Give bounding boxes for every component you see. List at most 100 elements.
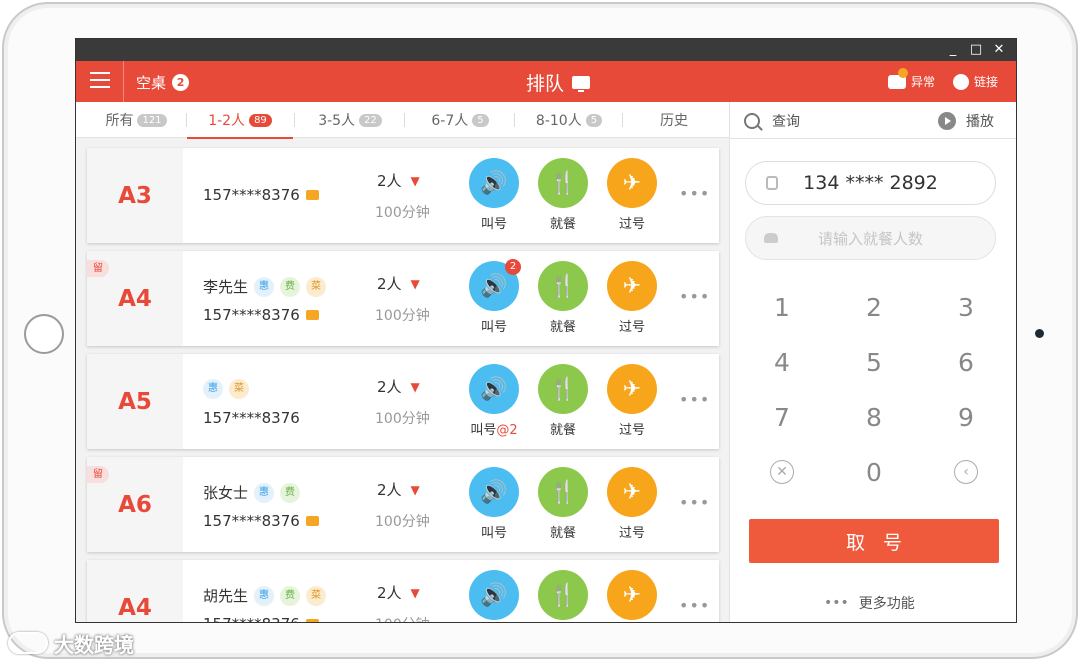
key-6[interactable]: 6 [936,342,996,382]
fee-tag: 费 [280,276,301,297]
fork-knife-icon: 🍴 [538,158,588,208]
customer-name-line: 胡先生 惠 费 菜 [203,585,327,606]
tab-separator [294,113,295,127]
party-size-placeholder: 请输入就餐人数 [817,229,923,248]
skip-label: 过号 [618,423,645,438]
customer-phone: 157****8376 [203,186,319,204]
call-number-button[interactable]: 🔊 2 叫号 [464,259,524,335]
customer-name: 李先生 [203,278,249,296]
call-number-button[interactable]: 🔊 叫号 [464,467,524,541]
exception-label: 异常 [911,75,936,89]
key-9[interactable]: 9 [936,397,996,437]
seat-button[interactable]: 🍴 就餐 [533,570,593,622]
queue-tabs: 所有 121 1-2人 89 3-5人 22 6-7人 5 8-10人 5 历史 [76,102,729,139]
airplane-icon: ✈ [607,158,657,208]
connect-label: 链接 [974,75,999,89]
key-4[interactable]: 4 [752,342,812,382]
speaker-icon: 🔊 [469,467,519,517]
queue-card: A3 157****8376 2人 ▼ 100分钟 🔊 叫号 🍴 就餐 ✈ 过号 [87,148,719,243]
fee-tag: 费 [280,482,301,503]
key-1[interactable]: 1 [752,287,812,327]
tab-1-2-people[interactable]: 1-2人 89 [187,102,293,139]
play-button[interactable]: 播放 [938,111,994,131]
phone-input[interactable]: 134 **** 2892 [745,161,996,205]
chevron-down-icon: ▼ [410,276,420,291]
speaker-icon: 🔊 [469,570,519,620]
call-number-button[interactable]: 🔊 叫号@2 [464,364,524,438]
more-options-icon[interactable]: ••• [679,596,710,615]
call-number-button[interactable]: 🔊 叫号 [464,158,524,232]
seat-button[interactable]: 🍴 就餐 [533,467,593,541]
customer-phone: 157****8376 [203,409,300,427]
key-3[interactable]: 3 [936,287,996,327]
skip-button[interactable]: ✈ 过号 [602,261,662,335]
discount-tag: 惠 [203,379,223,399]
tab-label: 历史 [660,113,688,129]
monitor-icon[interactable] [572,76,591,92]
take-number-button[interactable]: 取号 [749,519,999,563]
party-size: 2人 [377,275,402,293]
more-functions-button[interactable]: ••• 更多功能 [824,593,915,613]
close-button[interactable]: ✕ [990,41,1008,59]
tab-all[interactable]: 所有 121 [86,102,186,138]
exception-button[interactable]: 异常 [888,67,936,90]
more-options-icon[interactable]: ••• [679,287,710,306]
call-label: 叫号 [464,522,524,541]
tab-8-10-people[interactable]: 8-10人 5 [516,102,622,138]
search-button[interactable]: 查询 [744,111,800,131]
phone-input-value: 134 **** 2892 [803,172,938,194]
empty-tables-button[interactable]: 空桌 2 [136,72,190,93]
backspace-key[interactable]: ‹ [936,452,996,492]
minimize-button[interactable]: _ [944,41,962,59]
skip-button[interactable]: ✈ 过号 [602,467,662,541]
seat-button[interactable]: 🍴 就餐 [533,364,593,438]
chevron-down-icon: ▼ [410,379,420,394]
skip-button[interactable]: ✈ 过号 [602,364,662,438]
key-7[interactable]: 7 [752,397,812,437]
clear-key[interactable]: ✕ [752,452,812,492]
party-size-input[interactable]: 请输入就餐人数 [745,216,996,260]
call-at-count: @2 [496,423,518,438]
party-size-select[interactable]: 2人 ▼ [377,582,420,603]
customer-phone-text: 157****8376 [203,306,300,324]
seat-button[interactable]: 🍴 就餐 [533,158,593,232]
speaker-icon: 🔊 [469,364,519,414]
party-size-select[interactable]: 2人 ▼ [377,170,420,191]
party-size-select[interactable]: 2人 ▼ [377,376,420,397]
connect-button[interactable]: 链接 [953,73,998,90]
hamburger-menu-icon[interactable] [90,72,110,90]
app-header: 空桌 2 排队 异常 链接 [76,61,1016,102]
home-button[interactable] [24,314,64,354]
skip-button[interactable]: ✈ 过号 [602,570,662,622]
connect-icon [953,73,969,90]
wait-time: 100分钟 [375,205,430,221]
queue-card: 留 A6 张女士 惠 费 157****8376 2人 ▼ 100分钟 🔊 叫号… [87,457,719,552]
more-options-icon[interactable]: ••• [679,493,710,512]
skip-button[interactable]: ✈ 过号 [602,158,662,232]
tab-label: 8-10人 [535,113,582,129]
call-number-button[interactable]: 🔊 叫号 [464,570,524,622]
tab-history[interactable]: 历史 [624,102,724,138]
more-dots-icon: ••• [824,595,849,611]
chevron-left-icon: ‹ [954,460,978,484]
discount-tag: 惠 [254,276,275,297]
customer-name-line: 惠 菜 [203,379,249,399]
seat-button[interactable]: 🍴 就餐 [533,261,593,335]
key-5[interactable]: 5 [844,342,904,382]
discount-tag: 惠 [254,482,275,503]
maximize-button[interactable]: □ [967,41,985,59]
party-size-select[interactable]: 2人 ▼ [377,479,420,500]
key-0[interactable]: 0 [844,452,904,492]
party-size-select[interactable]: 2人 ▼ [377,273,420,294]
key-8[interactable]: 8 [844,397,904,437]
call-label-text: 叫号 [470,423,497,438]
more-options-icon[interactable]: ••• [679,184,710,203]
more-options-icon[interactable]: ••• [679,390,710,409]
call-label: 叫号 [464,213,524,232]
key-2[interactable]: 2 [844,287,904,327]
tab-3-5-people[interactable]: 3-5人 22 [296,102,404,138]
tab-6-7-people[interactable]: 6-7人 5 [406,102,514,138]
queue-code: A4 [118,285,152,312]
call-label-text: 叫号 [480,526,507,541]
customer-phone-text: 157****8376 [203,512,300,530]
